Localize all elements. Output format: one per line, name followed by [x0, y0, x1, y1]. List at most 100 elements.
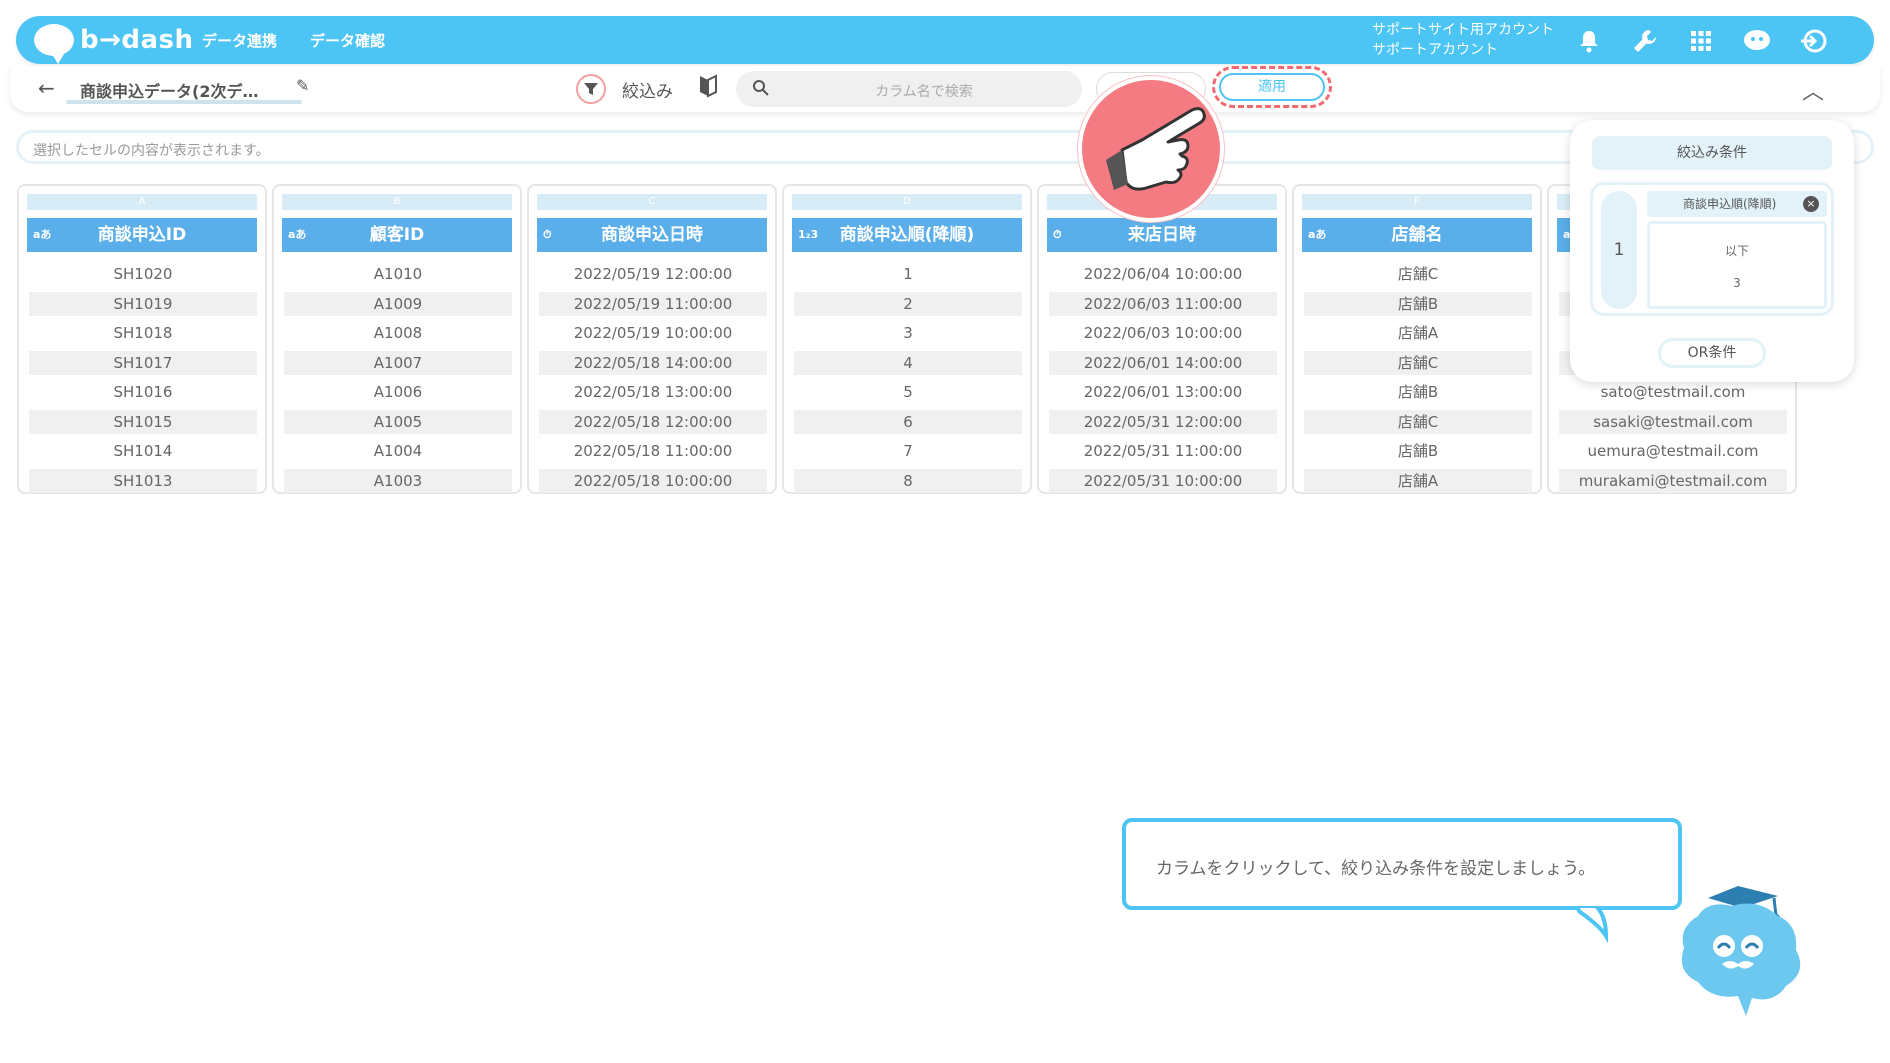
table-cell[interactable]: uemura@testmail.com — [1559, 437, 1787, 467]
table-cell[interactable]: SH1019 — [29, 290, 257, 320]
filter-condition-operator: 以下 — [1724, 244, 1749, 258]
table-cell[interactable]: murakami@testmail.com — [1559, 467, 1787, 497]
dataset-toolbar: ← 商談申込データ(2次デ… ✎ 絞込み カラム名で検索 適用 ︿ — [10, 66, 1880, 112]
table-cell[interactable]: 2022/05/18 10:00:00 — [539, 467, 767, 497]
table-cell[interactable]: 2022/06/04 10:00:00 — [1049, 260, 1277, 290]
table-cell[interactable]: 店舗A — [1304, 319, 1532, 349]
filter-label[interactable]: 絞込み — [622, 77, 673, 102]
table-cell[interactable]: SH1017 — [29, 349, 257, 379]
table-cell[interactable]: SH1018 — [29, 319, 257, 349]
column-header[interactable]: aあ 顧客ID — [282, 218, 512, 252]
table-cell[interactable]: 8 — [794, 467, 1022, 497]
table-cell[interactable]: 7 — [794, 437, 1022, 467]
or-condition-button[interactable]: OR条件 — [1658, 338, 1766, 368]
cell-value: SH1015 — [29, 409, 257, 434]
table-cell[interactable]: 店舗A — [1304, 467, 1532, 497]
column-search-input[interactable]: カラム名で検索 — [736, 71, 1082, 107]
data-column[interactable]: D 1₂3 商談申込順(降順) 1 2 3 4 5 6 7 8 — [782, 184, 1032, 494]
data-column[interactable]: C ⏱ 商談申込日時 2022/05/19 12:00:00 2022/05/19 11… — [527, 184, 777, 494]
apply-button[interactable]: 適用 — [1219, 73, 1325, 101]
table-cell[interactable]: A1007 — [284, 349, 512, 379]
filter-icon[interactable] — [576, 74, 606, 104]
table-cell[interactable]: 2022/05/18 14:00:00 — [539, 349, 767, 379]
filter-condition-body[interactable]: 以下 3 — [1647, 221, 1827, 309]
table-cell[interactable]: 2022/05/18 13:00:00 — [539, 378, 767, 408]
nav-data-check[interactable]: データ確認 — [310, 30, 385, 51]
pencil-icon[interactable]: ✎ — [296, 76, 309, 95]
table-cell[interactable]: 店舗C — [1304, 260, 1532, 290]
cell-value: 店舗C — [1304, 409, 1532, 434]
table-cell[interactable]: 2022/06/03 11:00:00 — [1049, 290, 1277, 320]
column-rows: SH1020 SH1019 SH1018 SH1017 SH1016 SH1015 SH10… — [29, 260, 257, 496]
beginner-mark-icon[interactable] — [698, 74, 718, 102]
table-cell[interactable]: 2022/05/19 11:00:00 — [539, 290, 767, 320]
table-cell[interactable]: 店舗C — [1304, 349, 1532, 379]
table-cell[interactable]: 6 — [794, 408, 1022, 438]
table-cell[interactable]: 2022/05/31 11:00:00 — [1049, 437, 1277, 467]
table-cell[interactable]: 店舗B — [1304, 378, 1532, 408]
filter-condition-column[interactable]: 商談申込順(降順) × — [1647, 191, 1827, 217]
cell-value: 2022/05/18 14:00:00 — [539, 350, 767, 375]
table-cell[interactable]: sasaki@testmail.com — [1559, 408, 1787, 438]
table-cell[interactable]: 2022/05/19 10:00:00 — [539, 319, 767, 349]
table-cell[interactable]: 店舗C — [1304, 408, 1532, 438]
table-cell[interactable]: 1 — [794, 260, 1022, 290]
cell-value: SH1019 — [29, 291, 257, 316]
table-cell[interactable]: 2022/05/31 12:00:00 — [1049, 408, 1277, 438]
table-cell[interactable]: 2022/05/31 10:00:00 — [1049, 467, 1277, 497]
column-header[interactable]: ⏱ 商談申込日時 — [537, 218, 767, 252]
account-info[interactable]: サポートサイト用アカウント サポートアカウント — [1372, 20, 1554, 60]
table-cell[interactable]: 2022/06/01 13:00:00 — [1049, 378, 1277, 408]
cell-value: 2022/05/18 10:00:00 — [539, 468, 767, 493]
table-cell[interactable]: 2022/06/01 14:00:00 — [1049, 349, 1277, 379]
table-cell[interactable]: A1006 — [284, 378, 512, 408]
table-cell[interactable]: A1005 — [284, 408, 512, 438]
table-cell[interactable]: 3 — [794, 319, 1022, 349]
close-icon[interactable]: × — [1803, 196, 1819, 212]
column-header[interactable]: 1₂3 商談申込順(降順) — [792, 218, 1022, 252]
column-header-label: 来店日時 — [1128, 225, 1196, 245]
logout-icon[interactable] — [1798, 26, 1828, 56]
table-cell[interactable]: A1008 — [284, 319, 512, 349]
cell-value: 店舗B — [1397, 383, 1439, 401]
data-column[interactable]: Baあ 顧客ID A1010 A1009 A1008 A1007 A1006 A1005 A10… — [272, 184, 522, 494]
table-cell[interactable]: SH1014 — [29, 437, 257, 467]
nav-data-integration[interactable]: データ連携 — [202, 30, 277, 51]
column-header[interactable]: aあ 商談申込ID — [27, 218, 257, 252]
table-cell[interactable]: A1004 — [284, 437, 512, 467]
cell-value: 店舗A — [1304, 468, 1532, 493]
apps-grid-icon[interactable] — [1686, 26, 1716, 56]
table-cell[interactable]: 2022/05/18 11:00:00 — [539, 437, 767, 467]
table-cell[interactable]: 4 — [794, 349, 1022, 379]
table-cell[interactable]: 2022/05/19 12:00:00 — [539, 260, 767, 290]
table-cell[interactable]: SH1013 — [29, 467, 257, 497]
b-dash-logo[interactable]: b→dash — [34, 22, 194, 64]
wrench-icon[interactable] — [1630, 26, 1660, 56]
table-cell[interactable]: A1010 — [284, 260, 512, 290]
table-cell[interactable]: 2022/06/03 10:00:00 — [1049, 319, 1277, 349]
data-column[interactable]: E⏱来店日時2022/06/04 10:00:002022/06/03 11:0… — [1037, 184, 1287, 494]
column-header[interactable]: aあ 店舗名 — [1302, 218, 1532, 252]
chevron-up-icon[interactable]: ︿ — [1802, 74, 1824, 106]
table-cell[interactable]: sato@testmail.com — [1559, 378, 1787, 408]
table-cell[interactable]: 5 — [794, 378, 1022, 408]
table-cell[interactable]: 2022/05/18 12:00:00 — [539, 408, 767, 438]
filter-group: 1 商談申込順(降順) × 以下 3 — [1590, 182, 1834, 316]
back-arrow-icon[interactable]: ← — [38, 76, 55, 100]
data-column[interactable]: Faあ 店舗名 店舗C 店舗B 店舗A 店舗C 店舗B 店舗C 店舗B 店舗A — [1292, 184, 1542, 494]
table-cell[interactable]: A1003 — [284, 467, 512, 497]
table-cell[interactable]: SH1016 — [29, 378, 257, 408]
table-cell[interactable]: 2 — [794, 290, 1022, 320]
chat-bot-icon[interactable] — [1742, 26, 1772, 56]
table-cell[interactable]: SH1020 — [29, 260, 257, 290]
bell-icon[interactable] — [1574, 26, 1604, 56]
table-cell[interactable]: A1009 — [284, 290, 512, 320]
search-placeholder: カラム名で検索 — [875, 84, 973, 100]
table-cell[interactable]: SH1015 — [29, 408, 257, 438]
table-cell[interactable]: 店舗B — [1304, 290, 1532, 320]
dataset-title[interactable]: 商談申込データ(2次デ… — [80, 78, 258, 102]
data-column[interactable]: Aaあ 商談申込ID SH1020 SH1019 SH1018 SH1017 SH1016 S… — [17, 184, 267, 494]
table-cell[interactable]: 店舗B — [1304, 437, 1532, 467]
column-header-label: 商談申込順(降順) — [839, 225, 975, 245]
cell-value: uemura@testmail.com — [1587, 442, 1759, 460]
